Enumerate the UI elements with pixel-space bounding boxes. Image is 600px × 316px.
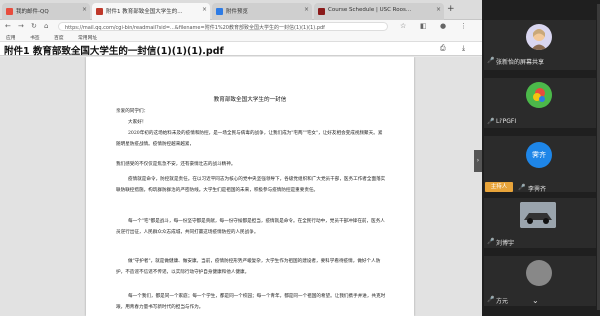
reload-icon[interactable]: ↻ [31,22,37,30]
participant-name: 方元 [496,298,509,305]
letter-paragraph: 2020年初的这场始料未及的疫情和防控，是一场全民与病毒的战争，让我们成为"宅两… [116,131,383,147]
car-icon [520,202,556,228]
letter-paragraph: 每一个"宅"都是战斗，每一份坚守都是贡献，每一份守候都是担当，疫情就是命令。在全… [116,219,385,235]
letter-title: 教育部致全国大学生的一封信 [213,97,287,103]
microphone-icon: 🎤 [487,118,495,125]
tab-preview[interactable]: 附件预览 × [212,3,312,20]
print-icon[interactable]: ⎙ [440,44,446,53]
avatar [520,202,556,228]
mail-favicon-icon [6,8,13,15]
letter-paragraph: 每一个我们，都是同一个家庭；每一个学生，都是同一个校园；每一个青年，都是同一个祖… [116,294,386,310]
microphone-icon: 🎤 [518,184,526,191]
microphone-icon: 🎤 [487,238,495,245]
pdf-toolbar: 附件1 教育部致全国大学生的一封信(1)(1)(1).pdf ⎙ ⤓ [0,42,482,57]
browser-window: 我的邮件-QQ × 附件1 教育部致全国大学生的... × 附件预览 × Cou… [0,0,482,316]
forward-icon[interactable]: → [18,22,24,30]
person-icon [531,29,547,50]
new-tab-icon[interactable]: + [447,4,455,14]
close-icon[interactable]: × [436,6,441,13]
close-icon[interactable]: × [202,6,207,13]
letter-paragraph: 疫情就是命令，防控就是责任。在以习近平同志为核心的党中央坚强领导下，各级党组织和… [116,177,386,193]
preview-favicon-icon [216,8,223,15]
document-title: 附件1 教育部致全国大学生的一封信(1)(1)(1).pdf [4,46,224,57]
microphone-icon: 🎤 [487,296,495,303]
tab-pdf[interactable]: 附件1 教育部致全国大学生的... × [92,3,210,20]
bookmarks-bar: 应用 书签 百度 常用网址 [0,33,482,42]
pdf-viewer[interactable]: 教育部致全国大学生的一封信 亲爱的同学们： 大家好！ 2020年初的这场始料未及… [0,57,482,316]
tab-label: 附件1 教育部致全国大学生的... [106,9,183,15]
download-icon[interactable]: ⤓ [462,44,465,53]
profile-icon[interactable]: ● [440,22,446,30]
tab-label: 我的邮件-QQ [16,9,49,15]
tab-qq-mail[interactable]: 我的邮件-QQ × [2,3,90,20]
bookmark-item[interactable]: 书签 [30,34,40,41]
participant-name: 李霁齐 [528,186,547,193]
star-icon[interactable]: ☆ [400,22,406,30]
host-badge: 主持人 [485,182,513,192]
participant-tile[interactable]: 🎤 Li'PGFI [484,78,596,128]
participant-name: Li'PGFI [496,118,517,125]
participant-panel: 🎤 张新怡的屏幕共享 🎤 Li'PGFI 霁齐 主持人 🎤 李霁齐 🎤 刘博宇 … [482,0,600,316]
address-input[interactable]: https://mail.qq.com/cgi-bin/readmail?sid… [58,22,388,31]
microphone-icon: 🎤 [487,57,495,64]
chevron-down-icon[interactable]: ⌄ [532,296,539,305]
address-toolbar: ← → ↻ ⌂ https://mail.qq.com/cgi-bin/read… [0,20,482,33]
tab-strip: 我的邮件-QQ × 附件1 教育部致全国大学生的... × 附件预览 × Cou… [0,0,482,20]
extension-icon[interactable]: ◧ [420,22,427,30]
bookmark-item[interactable]: 应用 [6,34,16,41]
bookmark-item[interactable]: 常用网址 [78,34,97,41]
parrot-icon [526,82,552,108]
home-icon[interactable]: ⌂ [44,22,48,30]
letter-paragraph: 做"守护者"，就是做健康、做安康。当前，疫情防控形势严峻复杂，大学生作为祖国的建… [116,259,381,275]
participant-name: 刘博宇 [496,240,515,247]
back-icon[interactable]: ← [5,22,11,30]
tab-label: 附件预览 [226,9,249,15]
bookmark-item[interactable]: 百度 [54,34,64,41]
letter-paragraph: 我们感受的不仅仅是焦急不安，还有豪情壮志的战斗精神。 [116,162,236,167]
close-icon[interactable]: × [304,6,309,13]
menu-icon[interactable]: ⋮ [460,22,467,30]
avatar [526,260,552,286]
pdf-page: 教育部致全国大学生的一封信 亲爱的同学们： 大家好！ 2020年初的这场始料未及… [86,57,414,316]
avatar: 霁齐 [526,142,552,168]
tab-label: Course Schedule | USC Roos... [328,7,412,13]
participant-tile[interactable]: 🎤 方元 [484,256,596,306]
tab-usc[interactable]: Course Schedule | USC Roos... × [314,3,444,20]
participant-tile[interactable]: 🎤 张新怡的屏幕共享 [484,20,596,70]
letter-hello: 大家好！ [128,120,147,125]
panel-collapse-button[interactable]: › [474,150,482,172]
usc-favicon-icon [318,8,325,15]
avatar [526,82,552,108]
letter-greeting: 亲爱的同学们： [116,109,149,114]
close-icon[interactable]: × [82,6,87,13]
participant-name: 张新怡的屏幕共享 [496,59,545,66]
avatar [526,24,552,50]
participant-tile[interactable]: 🎤 刘博宇 [484,198,596,248]
pdf-favicon-icon [96,8,103,15]
